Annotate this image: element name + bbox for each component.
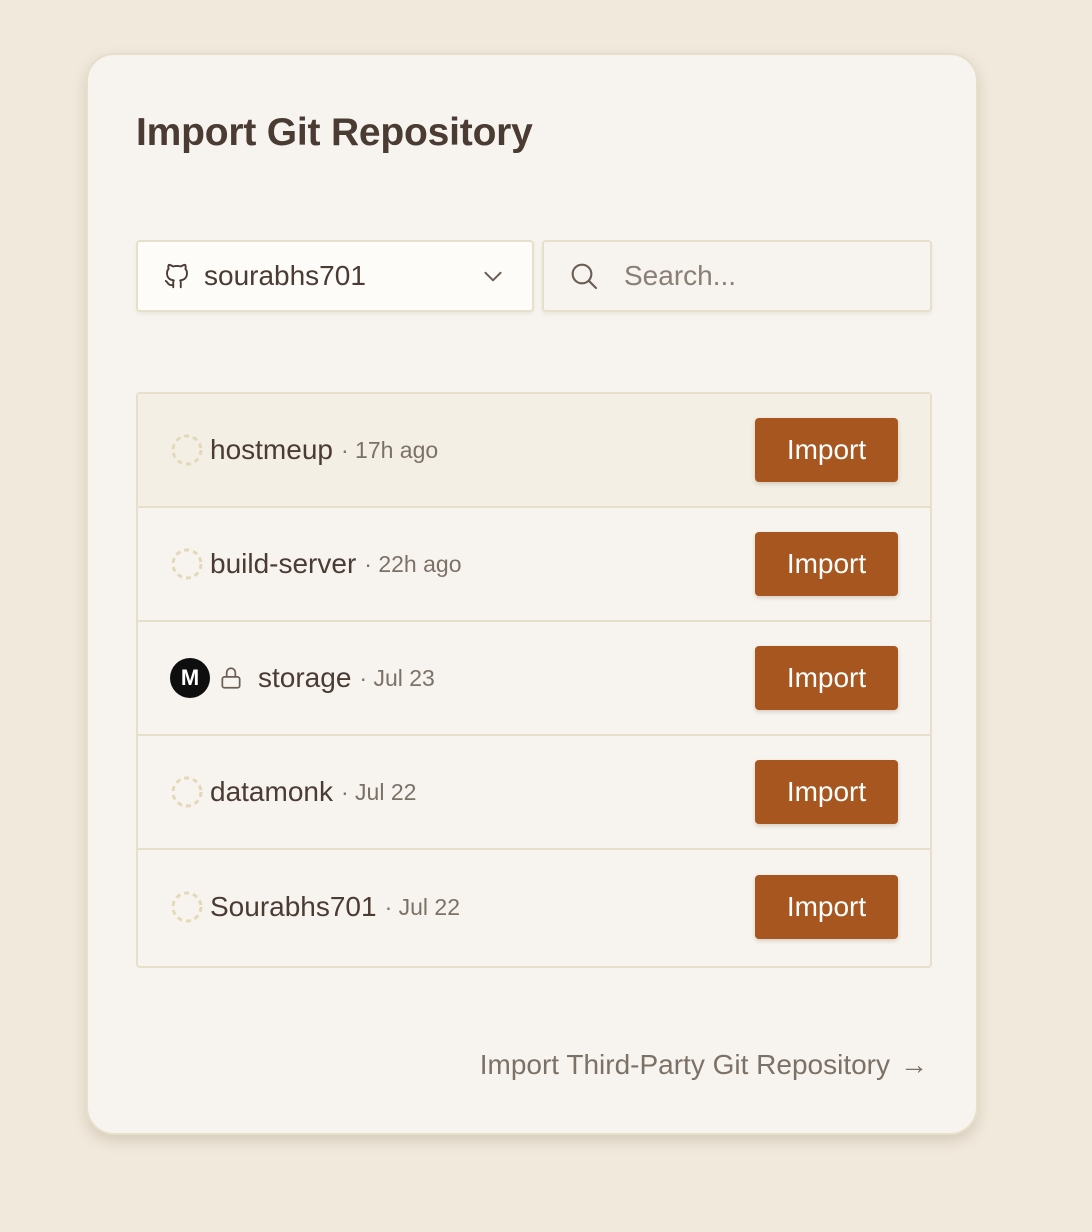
account-name: sourabhs701 [204, 260, 366, 291]
search-input[interactable] [624, 260, 910, 292]
repo-name: build-server [210, 548, 357, 579]
list-item: M storage Jul 23 Import [138, 622, 930, 736]
repo-time: 22h ago [364, 551, 461, 578]
list-item: Sourabhs701 Jul 22 Import [138, 850, 930, 964]
repo-name: storage [258, 662, 352, 693]
import-card: Import Git Repository sourabhs701 Search… [86, 53, 978, 1135]
third-party-link-label: Import Third-Party Git Repository [479, 1049, 890, 1080]
account-select[interactable]: sourabhs701 [136, 240, 534, 312]
owner-avatar: M [170, 658, 210, 698]
list-item: hostmeup 17h ago Import [138, 394, 930, 508]
github-icon [162, 261, 192, 291]
list-item: datamonk Jul 22 Import [138, 736, 930, 850]
import-button[interactable]: Import [755, 646, 898, 710]
repo-name: Sourabhs701 [210, 891, 377, 922]
repo-placeholder-icon [170, 433, 204, 467]
page-title: Import Git Repository [136, 111, 533, 154]
import-button[interactable]: Import [755, 760, 898, 824]
import-third-party-link[interactable]: Import Third-Party Git Repository → [480, 1049, 928, 1081]
import-button[interactable]: Import [755, 532, 898, 596]
repo-name: hostmeup [210, 434, 333, 465]
repo-list: hostmeup 17h ago Import build-server 22h… [136, 392, 932, 968]
import-button[interactable]: Import [755, 418, 898, 482]
repo-placeholder-icon [170, 775, 204, 809]
repo-time: Jul 22 [385, 894, 460, 921]
lock-icon [218, 665, 244, 691]
list-item: build-server 22h ago Import [138, 508, 930, 622]
repo-time: Jul 23 [359, 665, 434, 692]
repo-name: datamonk [210, 776, 333, 807]
repo-time: Jul 22 [341, 779, 416, 806]
arrow-right-icon: → [900, 1049, 928, 1080]
chevron-down-icon [480, 263, 506, 289]
repo-time: 17h ago [341, 437, 438, 464]
search-box [542, 240, 932, 312]
repo-placeholder-icon [170, 890, 204, 924]
import-button[interactable]: Import [755, 875, 898, 939]
repo-placeholder-icon [170, 547, 204, 581]
search-icon [568, 260, 600, 292]
